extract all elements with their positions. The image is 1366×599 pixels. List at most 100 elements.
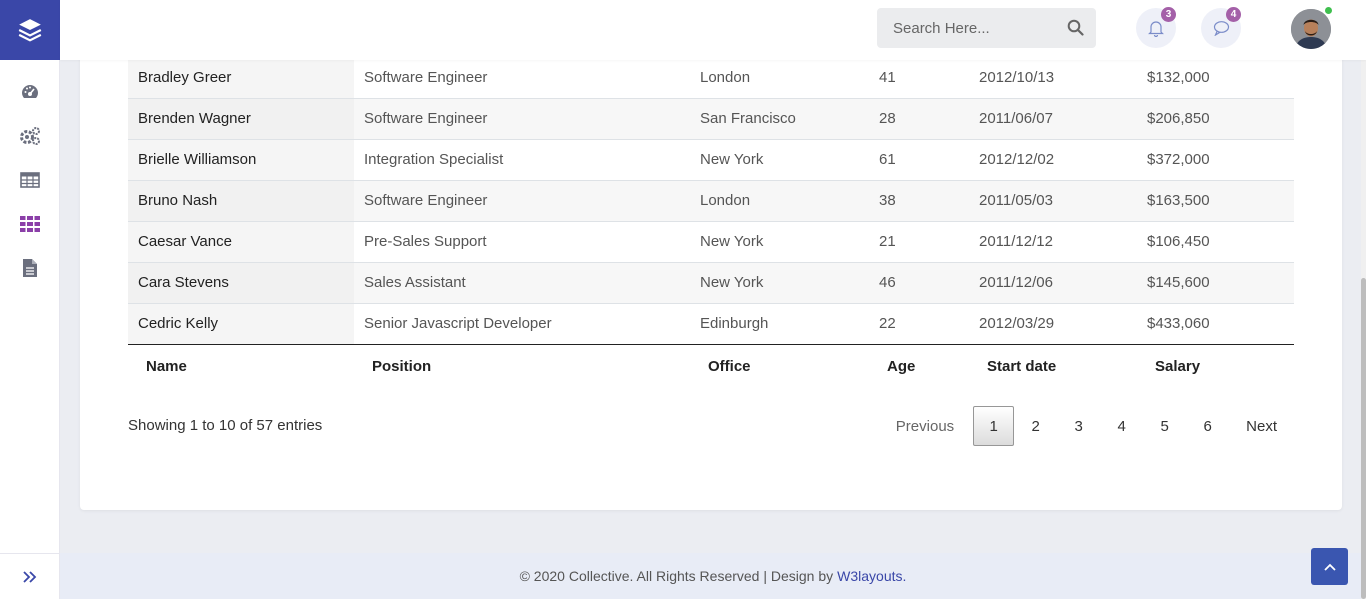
sidebar-item-settings[interactable] xyxy=(0,114,60,158)
table-row: Cedric Kelly Senior Javascript Developer E… xyxy=(128,303,1294,345)
pagination-next[interactable]: Next xyxy=(1229,406,1294,446)
cell-salary: $106,450 xyxy=(1137,221,1294,263)
grid-icon xyxy=(19,216,40,232)
cell-office: New York xyxy=(690,262,869,304)
cell-start-date: 2011/12/06 xyxy=(969,262,1137,304)
top-header: 3 4 xyxy=(60,0,1366,60)
sidebar-item-documents[interactable] xyxy=(0,246,60,290)
cell-start-date: 2011/06/07 xyxy=(969,98,1137,140)
cell-office: San Francisco xyxy=(690,98,869,140)
cell-age: 41 xyxy=(869,57,969,99)
cell-start-date: 2012/10/13 xyxy=(969,57,1137,99)
cell-name: Caesar Vance xyxy=(128,221,354,263)
cell-age: 21 xyxy=(869,221,969,263)
cell-age: 38 xyxy=(869,180,969,222)
search-input[interactable] xyxy=(893,19,1063,37)
cell-salary: $163,500 xyxy=(1137,180,1294,222)
pagination-page[interactable]: 4 xyxy=(1100,406,1143,446)
cell-salary: $206,850 xyxy=(1137,98,1294,140)
copyright-text: © 2020 Collective. All Rights Reserved |… xyxy=(519,568,834,584)
cell-position: Pre-Sales Support xyxy=(354,221,690,263)
pagination-previous[interactable]: Previous xyxy=(877,406,973,446)
cell-name: Brielle Williamson xyxy=(128,139,354,181)
sidebar xyxy=(0,0,60,599)
user-avatar-icon xyxy=(1291,9,1331,49)
table-row: Brielle Williamson Integration Specialist… xyxy=(128,139,1294,181)
sidebar-item-grid[interactable] xyxy=(0,202,60,246)
cell-age: 61 xyxy=(869,139,969,181)
table-info: Showing 1 to 10 of 57 entries xyxy=(128,417,323,434)
cell-start-date: 2012/03/29 xyxy=(969,303,1137,345)
column-header-name[interactable]: Name xyxy=(128,344,354,388)
avatar[interactable] xyxy=(1291,9,1331,49)
cell-position: Software Engineer xyxy=(354,57,690,99)
back-to-top-button[interactable] xyxy=(1311,548,1348,585)
cell-age: 46 xyxy=(869,262,969,304)
cell-position: Software Engineer xyxy=(354,98,690,140)
page-scrollbar[interactable] xyxy=(1361,60,1366,599)
settings-icon xyxy=(19,127,40,145)
cell-name: Cara Stevens xyxy=(128,262,354,304)
pagination-page[interactable]: 6 xyxy=(1186,406,1229,446)
cell-salary: $433,060 xyxy=(1137,303,1294,345)
cell-name: Brenden Wagner xyxy=(128,98,354,140)
table-row: Caesar Vance Pre-Sales Support New York 21 2… xyxy=(128,221,1294,263)
column-header-position[interactable]: Position xyxy=(354,344,690,388)
cell-name: Bruno Nash xyxy=(128,180,354,222)
cell-position: Sales Assistant xyxy=(354,262,690,304)
cell-start-date: 2011/05/03 xyxy=(969,180,1137,222)
cell-salary: $372,000 xyxy=(1137,139,1294,181)
page-footer: © 2020 Collective. All Rights Reserved |… xyxy=(60,553,1366,599)
cell-start-date: 2011/12/12 xyxy=(969,221,1137,263)
sidebar-item-dashboard[interactable] xyxy=(0,70,60,114)
bell-icon xyxy=(1148,20,1164,37)
messages-button[interactable]: 4 xyxy=(1201,7,1241,48)
sidebar-toggle[interactable] xyxy=(0,553,60,599)
pagination: Previous 1 2 3 4 5 6 Next xyxy=(877,406,1294,446)
cell-office: Edinburgh xyxy=(690,303,869,345)
cell-office: London xyxy=(690,180,869,222)
cell-salary: $145,600 xyxy=(1137,262,1294,304)
chevron-up-icon xyxy=(1323,563,1336,571)
cell-age: 22 xyxy=(869,303,969,345)
message-badge: 4 xyxy=(1226,7,1241,22)
cell-start-date: 2012/12/02 xyxy=(969,139,1137,181)
column-header-office[interactable]: Office xyxy=(690,344,869,388)
sidebar-item-tables[interactable] xyxy=(0,158,60,202)
table-row: Cara Stevens Sales Assistant New York 46 201… xyxy=(128,262,1294,304)
logo[interactable] xyxy=(0,0,60,60)
column-header-start-date[interactable]: Start date xyxy=(969,344,1137,388)
sidebar-nav xyxy=(0,60,59,290)
cell-age: 28 xyxy=(869,98,969,140)
table-card: Bradley Greer Software Engineer London 41 20… xyxy=(80,20,1342,510)
dashboard-icon xyxy=(21,85,38,98)
pagination-page[interactable]: 5 xyxy=(1143,406,1186,446)
table-footer-header: Name Position Office Age Start date Sala… xyxy=(128,344,1294,388)
document-icon xyxy=(22,259,37,277)
cell-salary: $132,000 xyxy=(1137,57,1294,99)
cell-name: Bradley Greer xyxy=(128,57,354,99)
double-chevron-right-icon xyxy=(23,570,37,583)
cell-name: Cedric Kelly xyxy=(128,303,354,345)
employees-table: Bradley Greer Software Engineer London 41 20… xyxy=(128,57,1294,388)
layers-icon xyxy=(18,19,42,42)
table-row: Bruno Nash Software Engineer London 38 2011/… xyxy=(128,180,1294,222)
cell-position: Senior Javascript Developer xyxy=(354,303,690,345)
online-status-dot xyxy=(1324,6,1333,15)
pagination-page[interactable]: 3 xyxy=(1057,406,1100,446)
chat-bubble-icon xyxy=(1213,21,1229,36)
column-header-age[interactable]: Age xyxy=(869,344,969,388)
column-header-salary[interactable]: Salary xyxy=(1137,344,1294,388)
cell-position: Integration Specialist xyxy=(354,139,690,181)
search-icon[interactable] xyxy=(1067,19,1084,36)
pagination-page[interactable]: 1 xyxy=(973,406,1015,446)
table-icon xyxy=(19,172,40,188)
cell-office: New York xyxy=(690,139,869,181)
cell-office: New York xyxy=(690,221,869,263)
table-row: Bradley Greer Software Engineer London 41 20… xyxy=(128,57,1294,99)
notifications-button[interactable]: 3 xyxy=(1136,7,1176,48)
designer-link[interactable]: W3layouts. xyxy=(837,568,906,584)
cell-position: Software Engineer xyxy=(354,180,690,222)
scrollbar-thumb[interactable] xyxy=(1361,278,1366,599)
pagination-page[interactable]: 2 xyxy=(1014,406,1057,446)
